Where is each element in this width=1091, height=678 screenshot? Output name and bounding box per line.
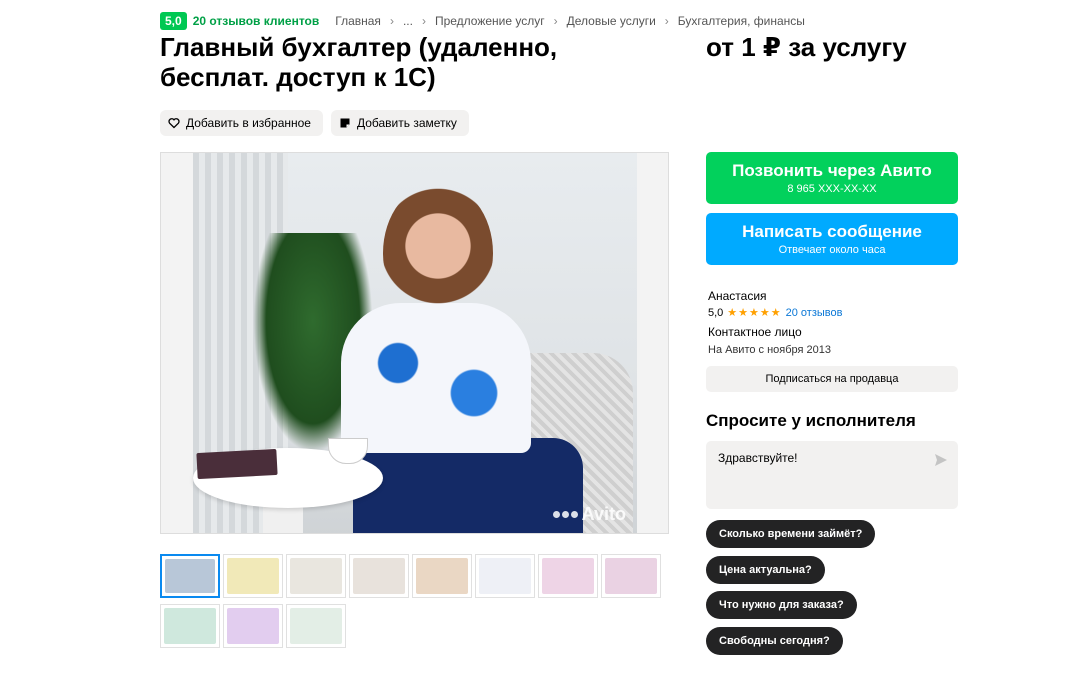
thumbnail-image xyxy=(479,558,531,594)
add-favorite-button[interactable]: Добавить в избранное xyxy=(160,110,323,136)
heart-icon xyxy=(168,118,180,129)
avito-watermark: Avito xyxy=(552,504,626,525)
listing-title-line-2: бесплат. доступ к 1С) xyxy=(160,62,436,92)
thumbnail-image xyxy=(605,558,657,594)
add-favorite-label: Добавить в избранное xyxy=(186,116,311,130)
seller-reviews-link[interactable]: 20 отзывов xyxy=(786,305,843,322)
note-icon xyxy=(340,118,350,128)
seller-rating-value: 5,0 xyxy=(708,307,724,319)
quick-question-availability[interactable]: Свободны сегодня? xyxy=(706,627,843,655)
subscribe-button[interactable]: Подписаться на продавца xyxy=(706,366,958,392)
photo-thumbnail[interactable] xyxy=(223,554,283,598)
call-button[interactable]: Позвонить через Авито 8 965 XXX-XX-XX xyxy=(706,152,958,204)
response-time: Отвечает около часа xyxy=(778,244,886,256)
seller-rating: 5,0 ★★★★★ 20 отзывов xyxy=(708,305,842,322)
photo-person-body xyxy=(341,303,531,453)
main-photo[interactable]: Avito xyxy=(160,152,669,534)
breadcrumb-separator: › xyxy=(421,14,426,28)
breadcrumb-separator: › xyxy=(553,14,558,28)
thumbnail-image xyxy=(542,558,594,594)
phone-number: 8 965 XXX-XX-XX xyxy=(787,183,877,195)
photo-scene xyxy=(193,153,637,533)
rating-badge: 5,0 xyxy=(160,12,187,30)
breadcrumb-ellipsis[interactable]: ... xyxy=(403,14,413,28)
seller-since: На Авито с ноября 2013 xyxy=(708,344,832,356)
breadcrumb-services[interactable]: Предложение услуг xyxy=(435,14,545,28)
breadcrumb-business[interactable]: Деловые услуги xyxy=(567,14,656,28)
breadcrumb-home[interactable]: Главная xyxy=(335,14,381,28)
watermark-text: Avito xyxy=(581,504,626,524)
add-note-button[interactable]: Добавить заметку xyxy=(330,110,469,136)
breadcrumb-accounting[interactable]: Бухгалтерия, финансы xyxy=(678,14,805,28)
avito-logo-icon xyxy=(552,511,578,518)
quick-question-time[interactable]: Сколько времени займёт? xyxy=(706,520,876,548)
seller-role: Контактное лицо xyxy=(708,325,802,339)
message-text: Здравствуйте! xyxy=(718,451,798,465)
star-rating-icon: ★★★★★ xyxy=(727,307,782,319)
photo-thumbnail[interactable] xyxy=(475,554,535,598)
photo-thumbnail[interactable] xyxy=(160,554,220,598)
listing-title: Главный бухгалтер (удаленно, бесплат. до… xyxy=(160,32,630,92)
header-bar: 5,0 20 отзывов клиентов Главная › ... › … xyxy=(160,12,805,30)
breadcrumb-separator: › xyxy=(664,14,669,28)
photo-thumbnail[interactable] xyxy=(286,604,346,648)
listing-actions: Добавить в избранное Добавить заметку xyxy=(160,110,469,136)
thumbnail-image xyxy=(164,608,216,644)
message-button-label: Написать сообщение xyxy=(742,222,922,241)
message-input[interactable]: Здравствуйте! xyxy=(706,441,958,509)
quick-question-price[interactable]: Цена актуальна? xyxy=(706,556,825,584)
photo-thumbnail[interactable] xyxy=(538,554,598,598)
photo-thumbnail[interactable] xyxy=(412,554,472,598)
thumbnail-image xyxy=(227,558,279,594)
seller-name[interactable]: Анастасия xyxy=(708,288,842,305)
listing-title-line-1: Главный бухгалтер (удаленно, xyxy=(160,32,558,62)
ask-title: Спросите у исполнителя xyxy=(706,411,916,430)
thumbnail-image xyxy=(353,558,405,594)
thumbnail-image xyxy=(165,559,215,593)
add-note-label: Добавить заметку xyxy=(356,116,457,130)
photo-person-head xyxy=(383,183,493,323)
photo-thumbnail[interactable] xyxy=(223,604,283,648)
breadcrumb-separator: › xyxy=(389,14,394,28)
photo-thumbnail[interactable] xyxy=(286,554,346,598)
seller-info: Анастасия 5,0 ★★★★★ 20 отзывов Контактно… xyxy=(708,288,842,359)
quick-question-requirements[interactable]: Что нужно для заказа? xyxy=(706,591,857,619)
thumbnail-image xyxy=(227,608,279,644)
call-button-label: Позвонить через Авито xyxy=(732,161,932,180)
thumbnail-image xyxy=(290,558,342,594)
photo-notebook xyxy=(196,448,278,480)
photo-thumbnails xyxy=(160,554,670,648)
photo-thumbnail[interactable] xyxy=(601,554,661,598)
photo-thumbnail[interactable] xyxy=(160,604,220,648)
send-icon[interactable] xyxy=(934,453,948,467)
thumbnail-image xyxy=(290,608,342,644)
photo-thumbnail[interactable] xyxy=(349,554,409,598)
message-button[interactable]: Написать сообщение Отвечает около часа xyxy=(706,213,958,265)
thumbnail-image xyxy=(416,558,468,594)
reviews-link[interactable]: 20 отзывов клиентов xyxy=(193,14,320,28)
listing-price: от 1 ₽ за услугу xyxy=(706,32,907,62)
